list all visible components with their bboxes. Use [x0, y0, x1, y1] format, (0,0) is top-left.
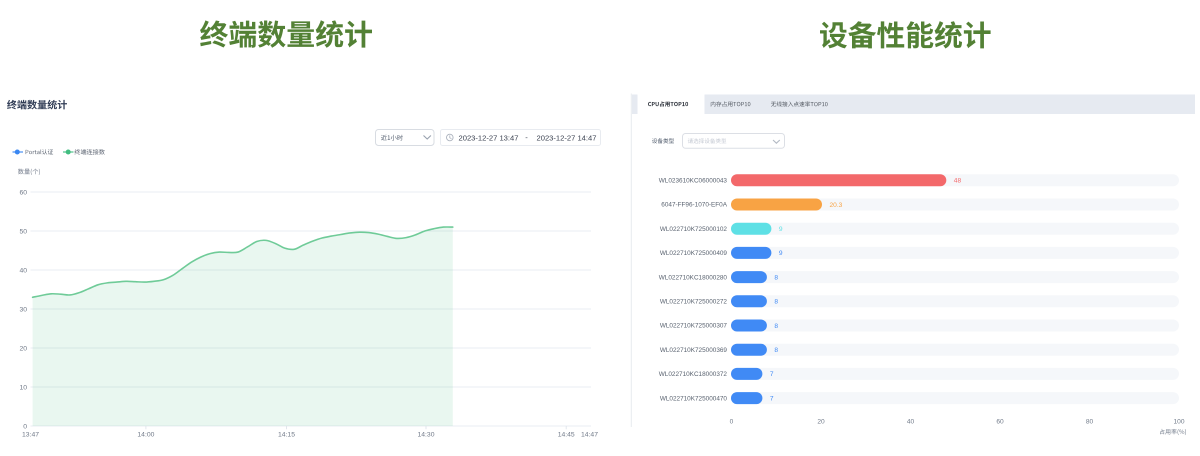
svg-text:7: 7: [770, 371, 774, 378]
svg-text:WL022710K725000470: WL022710K725000470: [660, 395, 728, 402]
svg-text:WL022710KC18000280: WL022710KC18000280: [659, 274, 728, 281]
svg-text:14:15: 14:15: [278, 431, 295, 438]
svg-text:8: 8: [774, 323, 778, 330]
svg-text:60: 60: [19, 189, 27, 196]
svg-text:9: 9: [779, 250, 783, 257]
svg-text:WL022710K725000102: WL022710K725000102: [660, 226, 728, 233]
svg-text:14:47: 14:47: [581, 431, 598, 438]
svg-text:13:47: 13:47: [22, 431, 39, 438]
svg-text:8: 8: [774, 274, 778, 281]
svg-text:60: 60: [996, 419, 1004, 426]
svg-text:30: 30: [19, 306, 27, 313]
svg-text:40: 40: [907, 419, 915, 426]
svg-text:100: 100: [1173, 419, 1184, 426]
svg-text:14:00: 14:00: [137, 431, 154, 438]
svg-text:20.3: 20.3: [830, 202, 843, 209]
svg-text:2023-12-27 14:47: 2023-12-27 14:47: [537, 133, 597, 142]
svg-text:WL023610KC06000043: WL023610KC06000043: [659, 178, 728, 185]
svg-text:WL022710K725000409: WL022710K725000409: [660, 250, 728, 257]
svg-text:WL022710K725000272: WL022710K725000272: [660, 299, 728, 306]
svg-text:14:45: 14:45: [558, 431, 575, 438]
svg-text:9: 9: [779, 226, 783, 233]
svg-text:20: 20: [19, 345, 27, 352]
svg-text:40: 40: [19, 267, 27, 274]
svg-text:20: 20: [817, 419, 825, 426]
svg-text:WL022710K725000307: WL022710K725000307: [660, 323, 728, 330]
svg-text:8: 8: [774, 347, 778, 354]
svg-text:14:30: 14:30: [417, 431, 434, 438]
svg-text:WL022710K725000369: WL022710K725000369: [660, 347, 728, 354]
svg-text:0: 0: [730, 419, 734, 426]
svg-text:10: 10: [19, 384, 27, 391]
svg-text:48: 48: [954, 178, 962, 185]
svg-text:50: 50: [19, 228, 27, 235]
svg-text:6047-FF96-1070-EF0A: 6047-FF96-1070-EF0A: [661, 202, 727, 209]
svg-text:WL022710KC18000372: WL022710KC18000372: [659, 371, 728, 378]
svg-text:80: 80: [1086, 419, 1094, 426]
svg-text:8: 8: [774, 299, 778, 306]
svg-text:2023-12-27 13:47: 2023-12-27 13:47: [459, 133, 519, 142]
svg-text:7: 7: [770, 395, 774, 402]
svg-text:0: 0: [23, 423, 27, 430]
